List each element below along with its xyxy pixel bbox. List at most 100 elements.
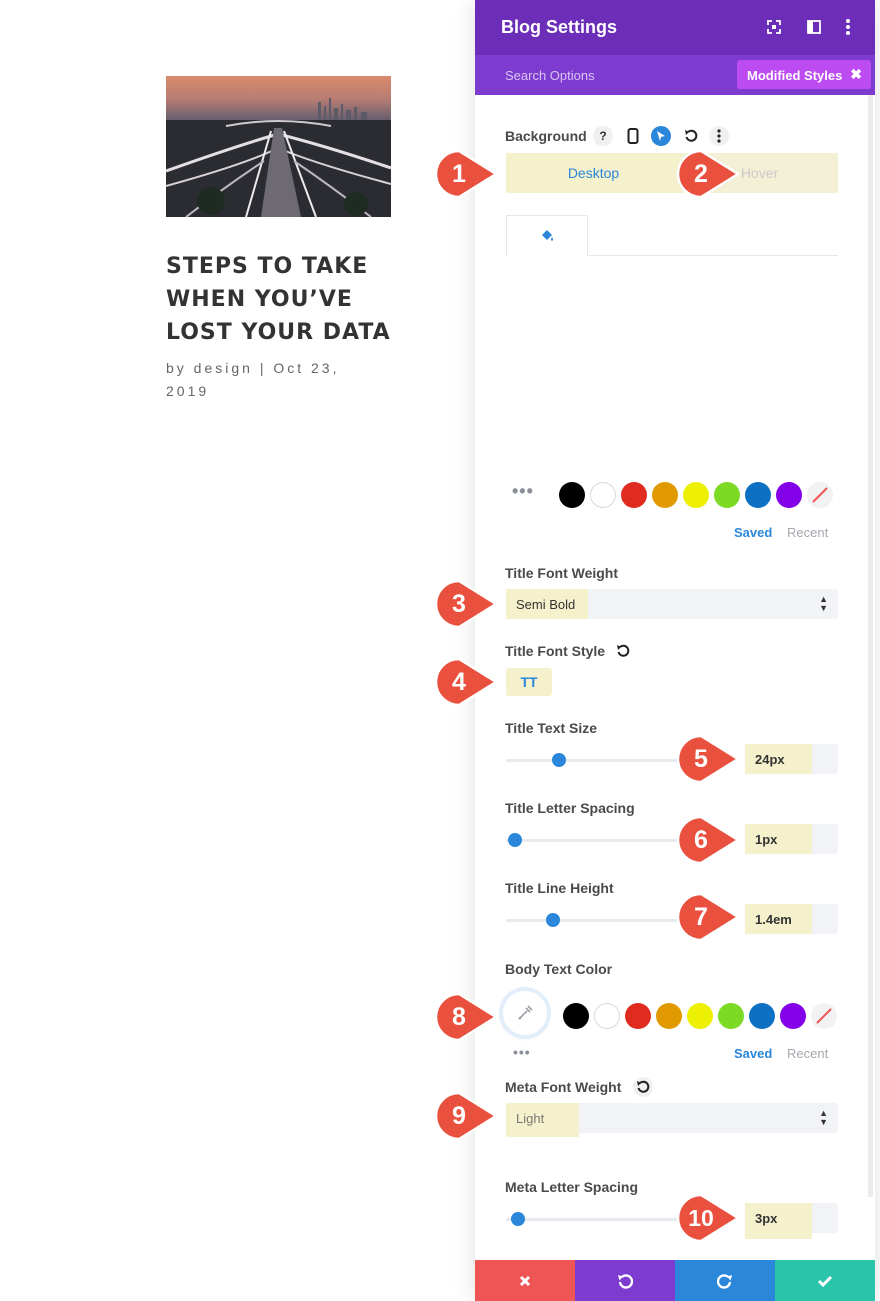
color-swatch[interactable] <box>559 482 585 508</box>
callout-marker: 10 <box>676 1193 742 1243</box>
more-options-icon[interactable] <box>709 126 729 146</box>
color-swatch[interactable] <box>656 1003 682 1029</box>
title-font-weight-label: Title Font Weight <box>505 565 619 581</box>
color-picker-button[interactable] <box>503 991 547 1035</box>
post-featured-image[interactable] <box>166 76 391 217</box>
panel-footer <box>475 1260 875 1301</box>
uppercase-style-button[interactable]: TT <box>506 668 552 696</box>
color-swatch[interactable] <box>652 482 678 508</box>
callout-number: 4 <box>452 668 466 696</box>
background-color-tab[interactable] <box>506 215 588 256</box>
title-text-size-slider[interactable] <box>506 752 681 768</box>
callout-marker: 8 <box>434 992 500 1042</box>
panel-scrollbar[interactable] <box>868 95 873 1197</box>
color-swatches <box>563 1003 843 1031</box>
undo-button[interactable] <box>575 1260 675 1301</box>
color-swatch[interactable] <box>683 482 709 508</box>
meta-letter-spacing-input[interactable]: 3px <box>745 1203 838 1239</box>
recent-colors-tab[interactable]: Recent <box>787 1046 828 1061</box>
select-value: Light <box>516 1111 545 1126</box>
panel-title: Blog Settings <box>501 17 617 37</box>
hover-cursor-icon[interactable] <box>651 126 671 146</box>
tab-desktop[interactable]: Desktop <box>506 153 681 193</box>
cancel-icon <box>519 1275 531 1286</box>
title-font-weight-select[interactable]: Semi Bold ▲ ▼ <box>506 589 838 619</box>
select-arrows-icon: ▲ ▼ <box>819 594 828 613</box>
callout-number: 3 <box>452 590 466 618</box>
color-swatch[interactable] <box>625 1003 651 1029</box>
color-swatch[interactable] <box>714 482 740 508</box>
color-swatch[interactable] <box>687 1003 713 1029</box>
highway-interchange-photo <box>166 98 391 217</box>
slider-track <box>506 839 681 842</box>
color-swatch[interactable] <box>718 1003 744 1029</box>
title-letter-spacing-label: Title Letter Spacing <box>505 800 635 816</box>
background-preview-area <box>506 273 838 458</box>
title-text-size-input[interactable]: 24px <box>745 744 838 774</box>
input-value: 3px <box>755 1211 778 1226</box>
redo-button[interactable] <box>675 1260 775 1301</box>
color-swatch[interactable] <box>776 482 802 508</box>
meta-letter-spacing-slider[interactable] <box>506 1211 681 1227</box>
columns-icon[interactable] <box>803 16 825 38</box>
input-value: 1.4em <box>755 912 792 927</box>
color-swatches <box>559 482 839 510</box>
more-colors-icon[interactable]: ••• <box>513 1044 531 1060</box>
saved-colors-tab[interactable]: Saved <box>734 525 772 540</box>
more-colors-icon[interactable]: ••• <box>512 481 534 502</box>
color-swatch[interactable] <box>563 1003 589 1029</box>
reset-icon[interactable] <box>613 641 633 661</box>
no-color-swatch-icon[interactable] <box>807 482 833 508</box>
slider-handle[interactable] <box>551 753 566 767</box>
save-button[interactable] <box>775 1260 875 1301</box>
save-check-icon <box>817 1275 833 1287</box>
title-line-height-slider[interactable] <box>506 912 681 928</box>
callout-marker: 4 <box>434 657 500 707</box>
callout-number: 9 <box>452 1102 466 1130</box>
expand-icon[interactable] <box>763 16 785 38</box>
color-swatch[interactable] <box>745 482 771 508</box>
post-title[interactable]: STEPS TO TAKE WHEN YOU’VE LOST YOUR DATA <box>166 250 406 349</box>
slider-handle[interactable] <box>546 913 561 927</box>
title-line-height-input[interactable]: 1.4em <box>745 904 838 934</box>
saved-colors-tab[interactable]: Saved <box>734 1046 772 1061</box>
reset-icon[interactable] <box>681 126 701 146</box>
callout-number: 2 <box>694 160 708 188</box>
reset-icon[interactable] <box>633 1077 653 1097</box>
color-swatch[interactable] <box>749 1003 775 1029</box>
modified-styles-button[interactable]: Modified Styles ✖ <box>737 60 871 89</box>
slider-track <box>506 919 681 922</box>
callout-number: 7 <box>694 903 708 931</box>
color-swatch[interactable] <box>621 482 647 508</box>
slider-handle[interactable] <box>507 833 522 847</box>
meta-font-weight-select[interactable]: Light ▲ ▼ <box>506 1103 838 1137</box>
title-line-height-label: Title Line Height <box>505 880 614 896</box>
meta-letter-spacing-label: Meta Letter Spacing <box>505 1179 639 1195</box>
callout-marker: 7 <box>676 892 742 942</box>
slider-handle[interactable] <box>511 1212 526 1226</box>
select-arrows-icon: ▲ ▼ <box>819 1108 828 1127</box>
body-text-color-label: Body Text Color <box>505 961 613 977</box>
callout-marker: 5 <box>676 734 742 784</box>
title-letter-spacing-input[interactable]: 1px <box>745 824 838 854</box>
discard-button[interactable] <box>475 1260 575 1301</box>
callout-marker: 3 <box>434 579 500 629</box>
title-letter-spacing-slider[interactable] <box>506 832 681 848</box>
callout-number: 8 <box>452 1003 466 1031</box>
mobile-icon[interactable] <box>623 126 643 146</box>
help-icon[interactable]: ? <box>593 126 613 146</box>
callout-marker: 1 <box>434 149 500 199</box>
color-swatch[interactable] <box>780 1003 806 1029</box>
meta-font-weight-label: Meta Font Weight <box>505 1079 622 1095</box>
callout-marker: 6 <box>676 815 742 865</box>
more-vertical-icon[interactable] <box>837 16 859 38</box>
color-swatch[interactable] <box>594 1003 620 1029</box>
recent-colors-tab[interactable]: Recent <box>787 525 828 540</box>
callout-marker: 9 <box>434 1091 500 1141</box>
no-color-swatch-icon[interactable] <box>811 1003 837 1029</box>
callout-number: 5 <box>694 745 708 773</box>
close-icon[interactable]: ✖ <box>850 66 862 83</box>
callout-marker: 2 <box>676 149 742 199</box>
search-options-input[interactable] <box>493 62 737 88</box>
color-swatch[interactable] <box>590 482 616 508</box>
